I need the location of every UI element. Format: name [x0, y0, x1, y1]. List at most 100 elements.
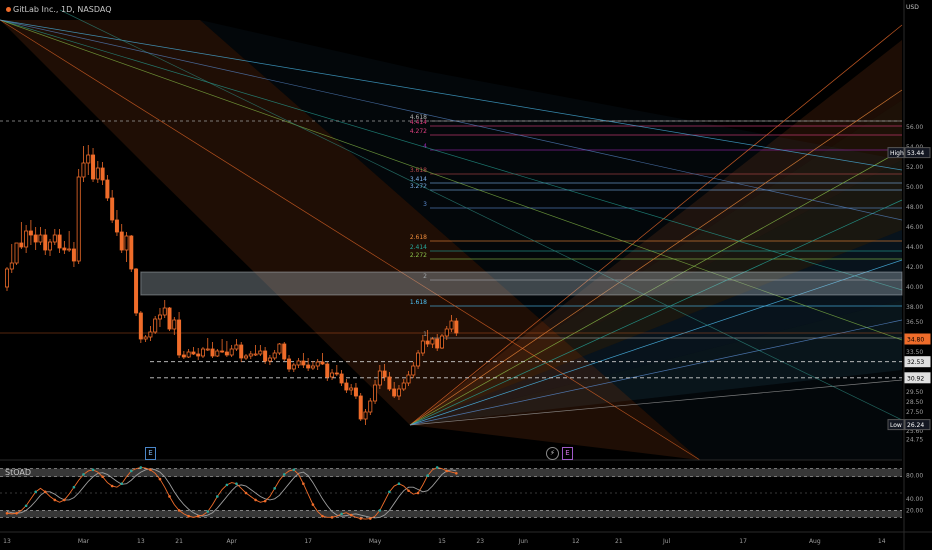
candle-body[interactable]	[430, 338, 435, 345]
candle-body[interactable]	[57, 234, 62, 249]
candle-body[interactable]	[239, 344, 244, 359]
candle-body[interactable]	[454, 320, 459, 334]
candle-body[interactable]	[411, 365, 416, 376]
candle-body[interactable]	[253, 353, 258, 356]
candle-body[interactable]	[67, 248, 72, 251]
candle-body[interactable]	[28, 230, 33, 236]
candle-body[interactable]	[416, 352, 421, 367]
symbol-title[interactable]: GitLab Inc., 1D, NASDAQ	[6, 5, 112, 14]
candle-body[interactable]	[306, 364, 311, 369]
candle-body[interactable]	[263, 350, 268, 362]
candle-body[interactable]	[52, 234, 57, 243]
candle-body[interactable]	[387, 376, 392, 390]
candle-body[interactable]	[95, 167, 100, 180]
candle-body[interactable]	[282, 343, 287, 360]
candle-body[interactable]	[420, 340, 425, 354]
candle-body[interactable]	[48, 241, 53, 251]
flash-event-icon[interactable]: ⚡	[546, 447, 559, 460]
candle-body[interactable]	[425, 340, 430, 345]
candle-body[interactable]	[358, 395, 363, 420]
candle-body[interactable]	[148, 331, 153, 338]
chart-canvas[interactable]: 4.6184.4144.27243.6183.4143.27232.6182.4…	[0, 0, 932, 550]
candle-body[interactable]	[435, 338, 440, 349]
candle-body[interactable]	[143, 336, 148, 340]
candle-body[interactable]	[215, 350, 220, 357]
candle-body[interactable]	[344, 382, 349, 391]
candle-body[interactable]	[224, 351, 229, 356]
candle-body[interactable]	[320, 361, 325, 365]
candle-body[interactable]	[339, 373, 344, 384]
candle-body[interactable]	[334, 372, 339, 375]
candle-body[interactable]	[272, 352, 277, 359]
resistance-zone[interactable]	[140, 271, 903, 296]
candle-body[interactable]	[100, 167, 105, 181]
candle-body[interactable]	[368, 400, 373, 413]
candle-body[interactable]	[9, 262, 14, 270]
candle-body[interactable]	[38, 234, 43, 243]
candle-body[interactable]	[62, 247, 67, 251]
candle-body[interactable]	[382, 370, 387, 378]
candle-body[interactable]	[296, 360, 301, 366]
candle-body[interactable]	[449, 320, 454, 330]
candle-body[interactable]	[406, 374, 411, 384]
candle-body[interactable]	[124, 235, 129, 251]
candle-body[interactable]	[119, 231, 124, 251]
candle-body[interactable]	[363, 411, 368, 420]
candle-body[interactable]	[76, 176, 81, 262]
candle-body[interactable]	[277, 343, 282, 354]
oscillator-title[interactable]: StOAD	[5, 468, 31, 477]
candle-body[interactable]	[167, 307, 172, 330]
candle-body[interactable]	[439, 335, 444, 349]
candle-body[interactable]	[153, 318, 158, 333]
candle-body[interactable]	[114, 219, 119, 233]
candle-body[interactable]	[220, 350, 225, 353]
candle-body[interactable]	[196, 353, 201, 357]
candle-body[interactable]	[105, 179, 110, 199]
candle-body[interactable]	[191, 351, 196, 355]
candle-body[interactable]	[243, 355, 248, 359]
candle-body[interactable]	[81, 162, 86, 178]
candle-body[interactable]	[287, 358, 292, 370]
candle-body[interactable]	[401, 382, 406, 390]
candle-body[interactable]	[71, 248, 76, 262]
candle-body[interactable]	[310, 365, 315, 369]
candle-body[interactable]	[291, 364, 296, 370]
candle-body[interactable]	[325, 363, 330, 378]
candle-body[interactable]	[330, 372, 335, 378]
candle-body[interactable]	[315, 361, 320, 367]
candle-body[interactable]	[172, 319, 177, 330]
candle-body[interactable]	[181, 354, 186, 358]
candle-body[interactable]	[129, 235, 134, 270]
candle-body[interactable]	[186, 351, 191, 358]
candle-body[interactable]	[210, 348, 215, 357]
candle-body[interactable]	[258, 350, 263, 355]
candle-body[interactable]	[234, 344, 239, 350]
candle-body[interactable]	[91, 154, 96, 180]
candle-body[interactable]	[5, 268, 10, 288]
candle-body[interactable]	[200, 348, 205, 357]
candle-body[interactable]	[19, 242, 24, 248]
candle-body[interactable]	[177, 319, 182, 356]
candle-body[interactable]	[373, 384, 378, 402]
candle-body[interactable]	[24, 230, 29, 248]
candle-body[interactable]	[33, 234, 38, 243]
candle-body[interactable]	[43, 234, 48, 251]
candle-body[interactable]	[110, 197, 115, 221]
candle-body[interactable]	[86, 154, 91, 164]
candle-body[interactable]	[205, 348, 210, 351]
candle-body[interactable]	[248, 353, 253, 357]
candle-body[interactable]	[138, 312, 143, 340]
candle-body[interactable]	[301, 360, 306, 366]
candle-body[interactable]	[349, 387, 354, 391]
candle-body[interactable]	[444, 328, 449, 337]
earnings-marker-e-upcoming[interactable]: E	[562, 447, 573, 460]
candle-body[interactable]	[396, 388, 401, 397]
candle-body[interactable]	[162, 307, 167, 316]
candle-body[interactable]	[392, 388, 397, 397]
candle-body[interactable]	[377, 370, 382, 386]
candle-body[interactable]	[14, 242, 19, 264]
candle-body[interactable]	[353, 387, 358, 397]
candle-body[interactable]	[134, 268, 139, 314]
candle-body[interactable]	[229, 348, 234, 356]
earnings-marker-e[interactable]: E	[145, 447, 156, 460]
